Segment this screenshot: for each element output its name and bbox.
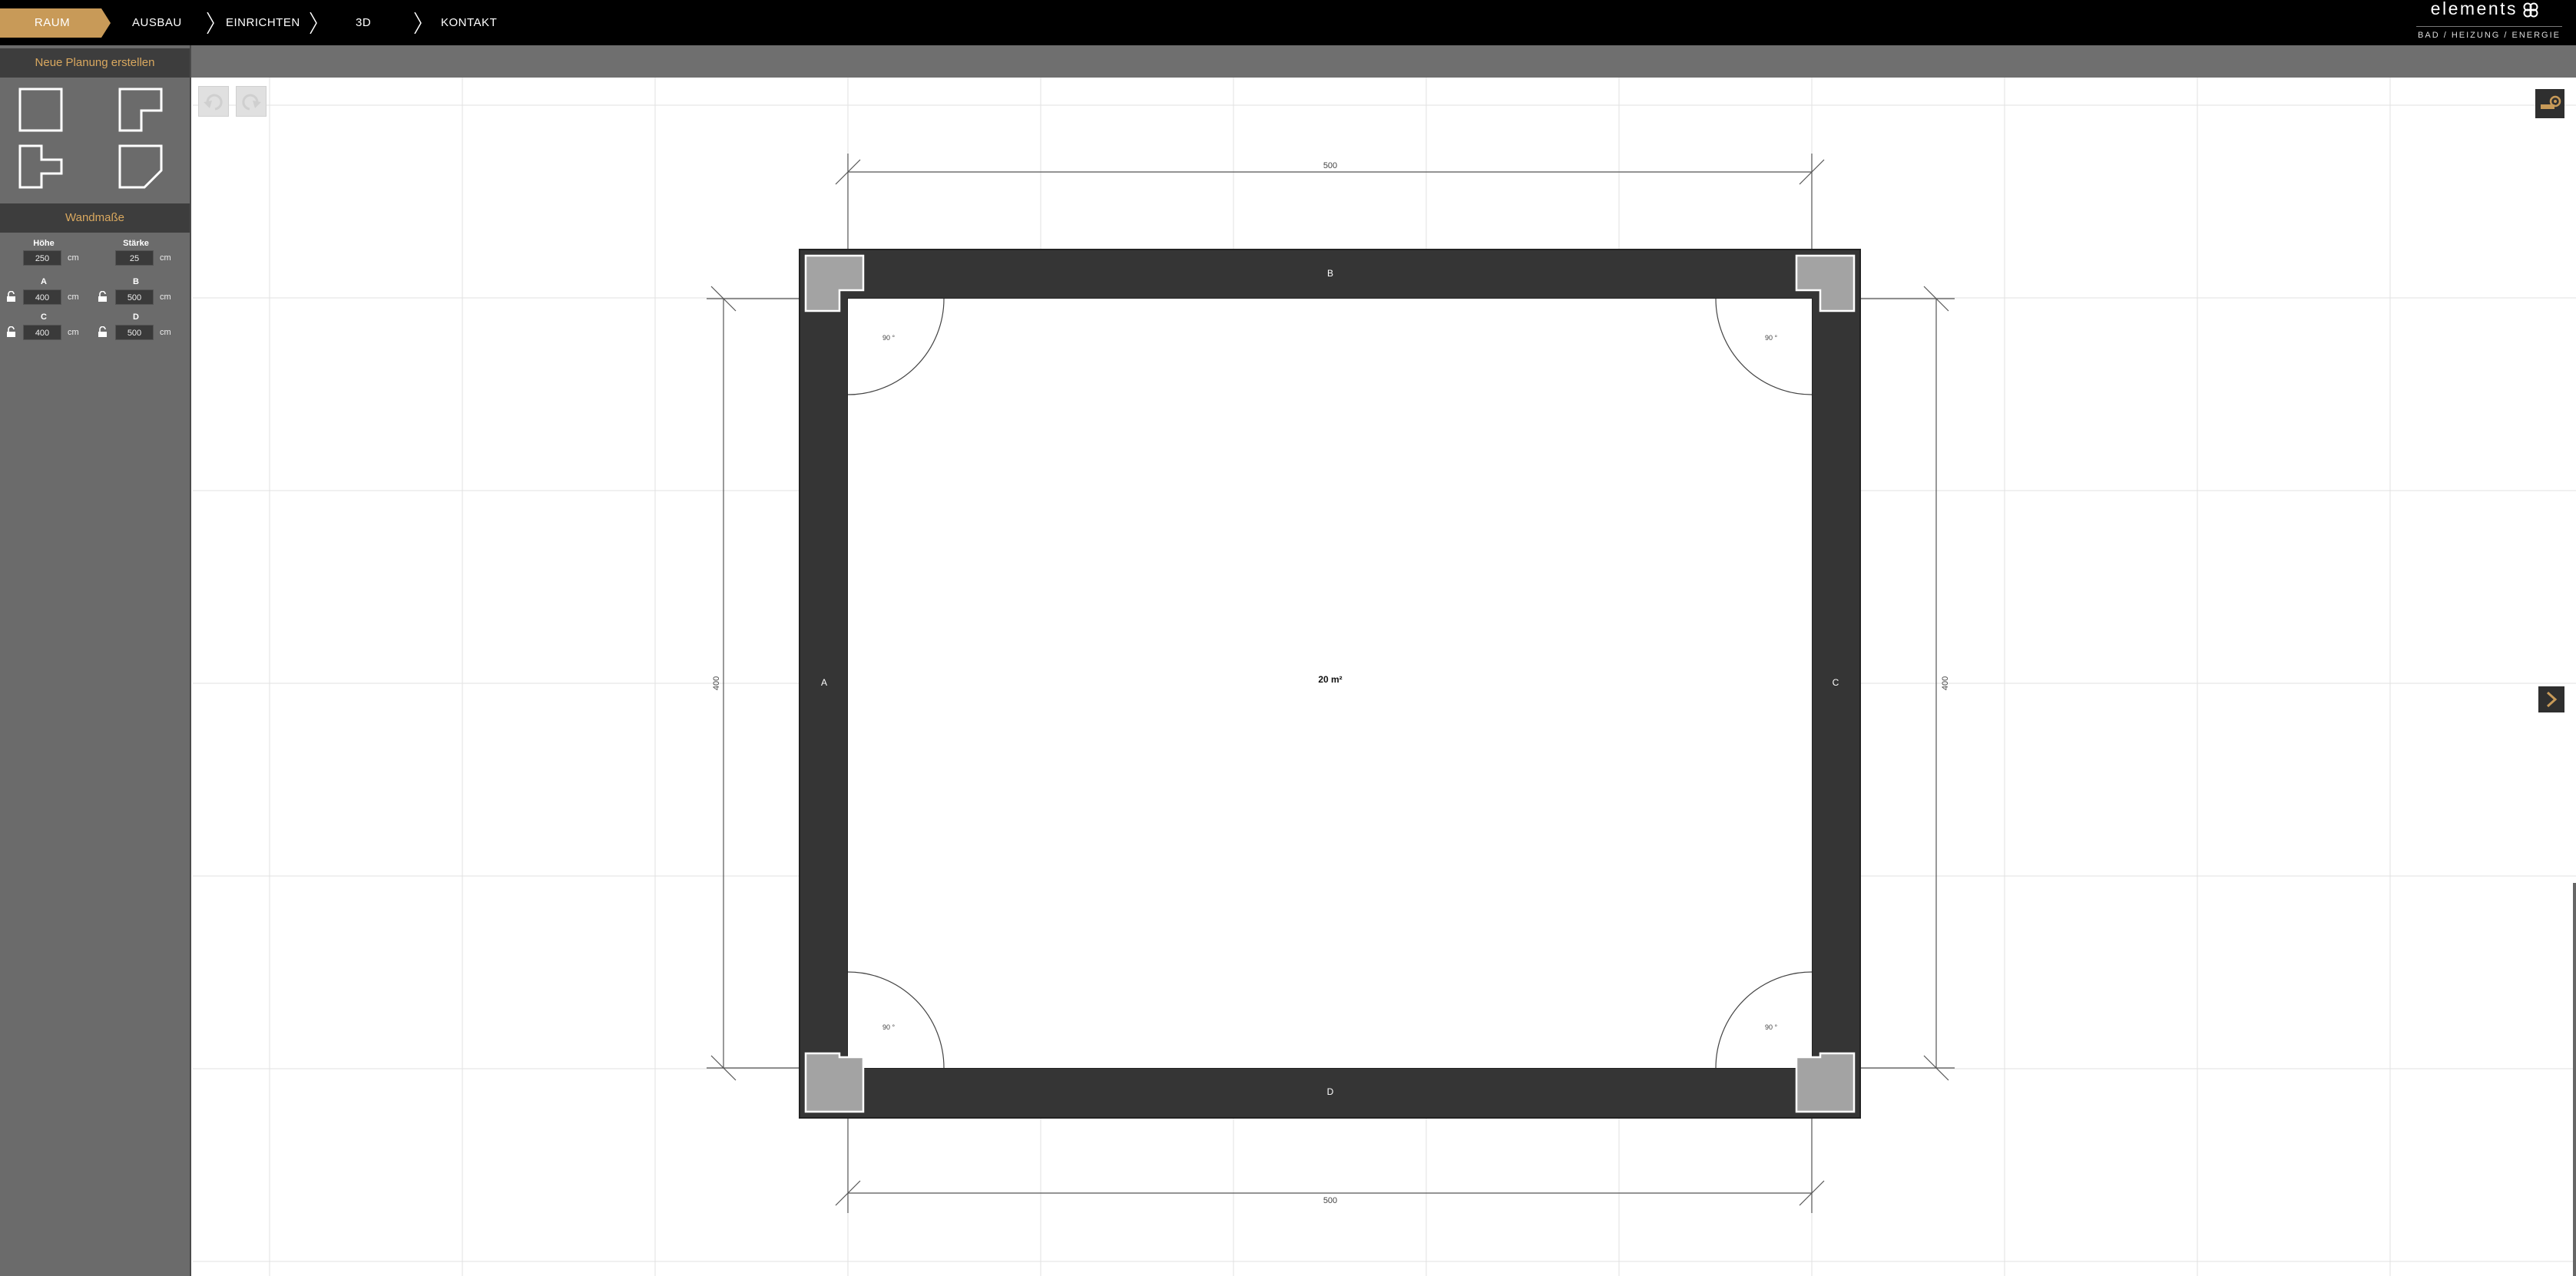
nav-step-3d[interactable]: 3D bbox=[356, 0, 371, 45]
nav-step-3d-label: 3D bbox=[356, 16, 372, 29]
chevron-right-icon bbox=[2546, 691, 2558, 708]
unit-label: cm bbox=[68, 328, 79, 337]
angle-bottom-right-label: 90 ° bbox=[1765, 1023, 1778, 1031]
wall-a-marker: A bbox=[821, 677, 827, 688]
wall-dimensions-header: Wandmaße bbox=[0, 203, 190, 233]
next-step-button[interactable] bbox=[2538, 686, 2564, 712]
dimension-bottom-label: 500 bbox=[1323, 1196, 1337, 1205]
unit-label: cm bbox=[160, 293, 171, 302]
nav-step-einrichten-label: EINRICHTEN bbox=[226, 16, 300, 29]
wall-a-input[interactable]: 400 bbox=[23, 289, 61, 305]
measure-tool-icon bbox=[2541, 95, 2561, 109]
step-separator-icon bbox=[414, 12, 422, 34]
toolbar bbox=[191, 45, 2576, 78]
floor-plan-canvas: 500 500 400 400 B D A C 20 m² 90 ° 90 ° … bbox=[193, 78, 2576, 1276]
wall-b-lock-icon[interactable] bbox=[98, 291, 108, 302]
height-input[interactable]: 250 bbox=[23, 250, 61, 266]
unit-label: cm bbox=[160, 253, 171, 263]
room-floor bbox=[848, 299, 1812, 1068]
wall-corners bbox=[804, 254, 1856, 1113]
angle-bottom-left-label: 90 ° bbox=[882, 1023, 896, 1031]
wall-b-label: B bbox=[133, 277, 139, 286]
wall-c-lock-icon[interactable] bbox=[6, 326, 16, 338]
dimension-left-label: 400 bbox=[712, 676, 721, 690]
room-shape-t-button[interactable] bbox=[18, 144, 63, 189]
nav-step-ausbau-label: AUSBAU bbox=[132, 16, 182, 29]
nav-step-ausbau[interactable]: AUSBAU bbox=[132, 0, 182, 45]
angle-top-left-label: 90 ° bbox=[882, 334, 896, 342]
redo-button[interactable] bbox=[236, 86, 267, 117]
wall-c-input[interactable]: 400 bbox=[23, 325, 61, 340]
unit-label: cm bbox=[68, 293, 79, 302]
nav-step-einrichten[interactable]: EINRICHTEN bbox=[226, 0, 300, 45]
thickness-label: Stärke bbox=[123, 239, 149, 248]
wall-c-marker: C bbox=[1833, 677, 1839, 688]
nav-step-kontakt[interactable]: KONTAKT bbox=[441, 0, 497, 45]
redo-icon bbox=[242, 94, 261, 111]
wall-d-input[interactable]: 500 bbox=[115, 325, 154, 340]
undo-icon bbox=[204, 94, 223, 111]
unit-label: cm bbox=[160, 328, 171, 337]
dimension-top-label: 500 bbox=[1323, 161, 1337, 170]
logo-tagline: BAD / HEIZUNG / ENERGIE bbox=[2418, 31, 2561, 40]
room-shape-beveled-button[interactable] bbox=[118, 144, 163, 189]
room-walls bbox=[799, 249, 1861, 1119]
sidebar: Neue Planung erstellen Wandmaße Höhe 250… bbox=[0, 45, 191, 1276]
thickness-input[interactable]: 25 bbox=[115, 250, 154, 266]
room-shape-rectangle-button[interactable] bbox=[18, 88, 63, 132]
step-separator-icon bbox=[310, 12, 317, 34]
step-separator-icon bbox=[207, 12, 214, 34]
scrollbar[interactable] bbox=[2573, 883, 2576, 1276]
nav-step-raum-label: RAUM bbox=[34, 16, 71, 29]
grid bbox=[193, 78, 2576, 1276]
wall-d-marker: D bbox=[1327, 1086, 1334, 1097]
measure-tool-button[interactable] bbox=[2535, 89, 2564, 118]
wall-a-lock-icon[interactable] bbox=[6, 291, 16, 302]
logo-text: elements bbox=[2430, 0, 2518, 18]
unit-label: cm bbox=[68, 253, 79, 263]
top-navigation: RAUM AUSBAU EINRICHTEN 3D KONTAKT elemen… bbox=[0, 0, 2576, 45]
wall-c-label: C bbox=[41, 312, 47, 322]
nav-step-raum[interactable]: RAUM bbox=[0, 0, 111, 45]
angle-arcs bbox=[847, 298, 1813, 1069]
new-plan-header: Neue Planung erstellen bbox=[0, 48, 190, 78]
undo-button[interactable] bbox=[198, 86, 229, 117]
nav-step-kontakt-label: KONTAKT bbox=[441, 16, 498, 29]
wall-d-label: D bbox=[133, 312, 139, 322]
dimension-lines bbox=[707, 154, 1955, 1213]
logo-divider bbox=[2416, 26, 2562, 27]
wall-b-marker: B bbox=[1327, 268, 1333, 279]
wall-a-label: A bbox=[41, 277, 47, 286]
dimension-right-label: 400 bbox=[1941, 676, 1950, 690]
angle-top-right-label: 90 ° bbox=[1765, 334, 1778, 342]
wall-b-input[interactable]: 500 bbox=[115, 289, 154, 305]
wall-d-lock-icon[interactable] bbox=[98, 326, 108, 338]
room-area-label: 20 m² bbox=[1318, 674, 1342, 685]
logo-icon bbox=[2523, 2, 2538, 18]
height-label: Höhe bbox=[33, 239, 55, 248]
room-shape-l-button[interactable] bbox=[118, 88, 163, 132]
